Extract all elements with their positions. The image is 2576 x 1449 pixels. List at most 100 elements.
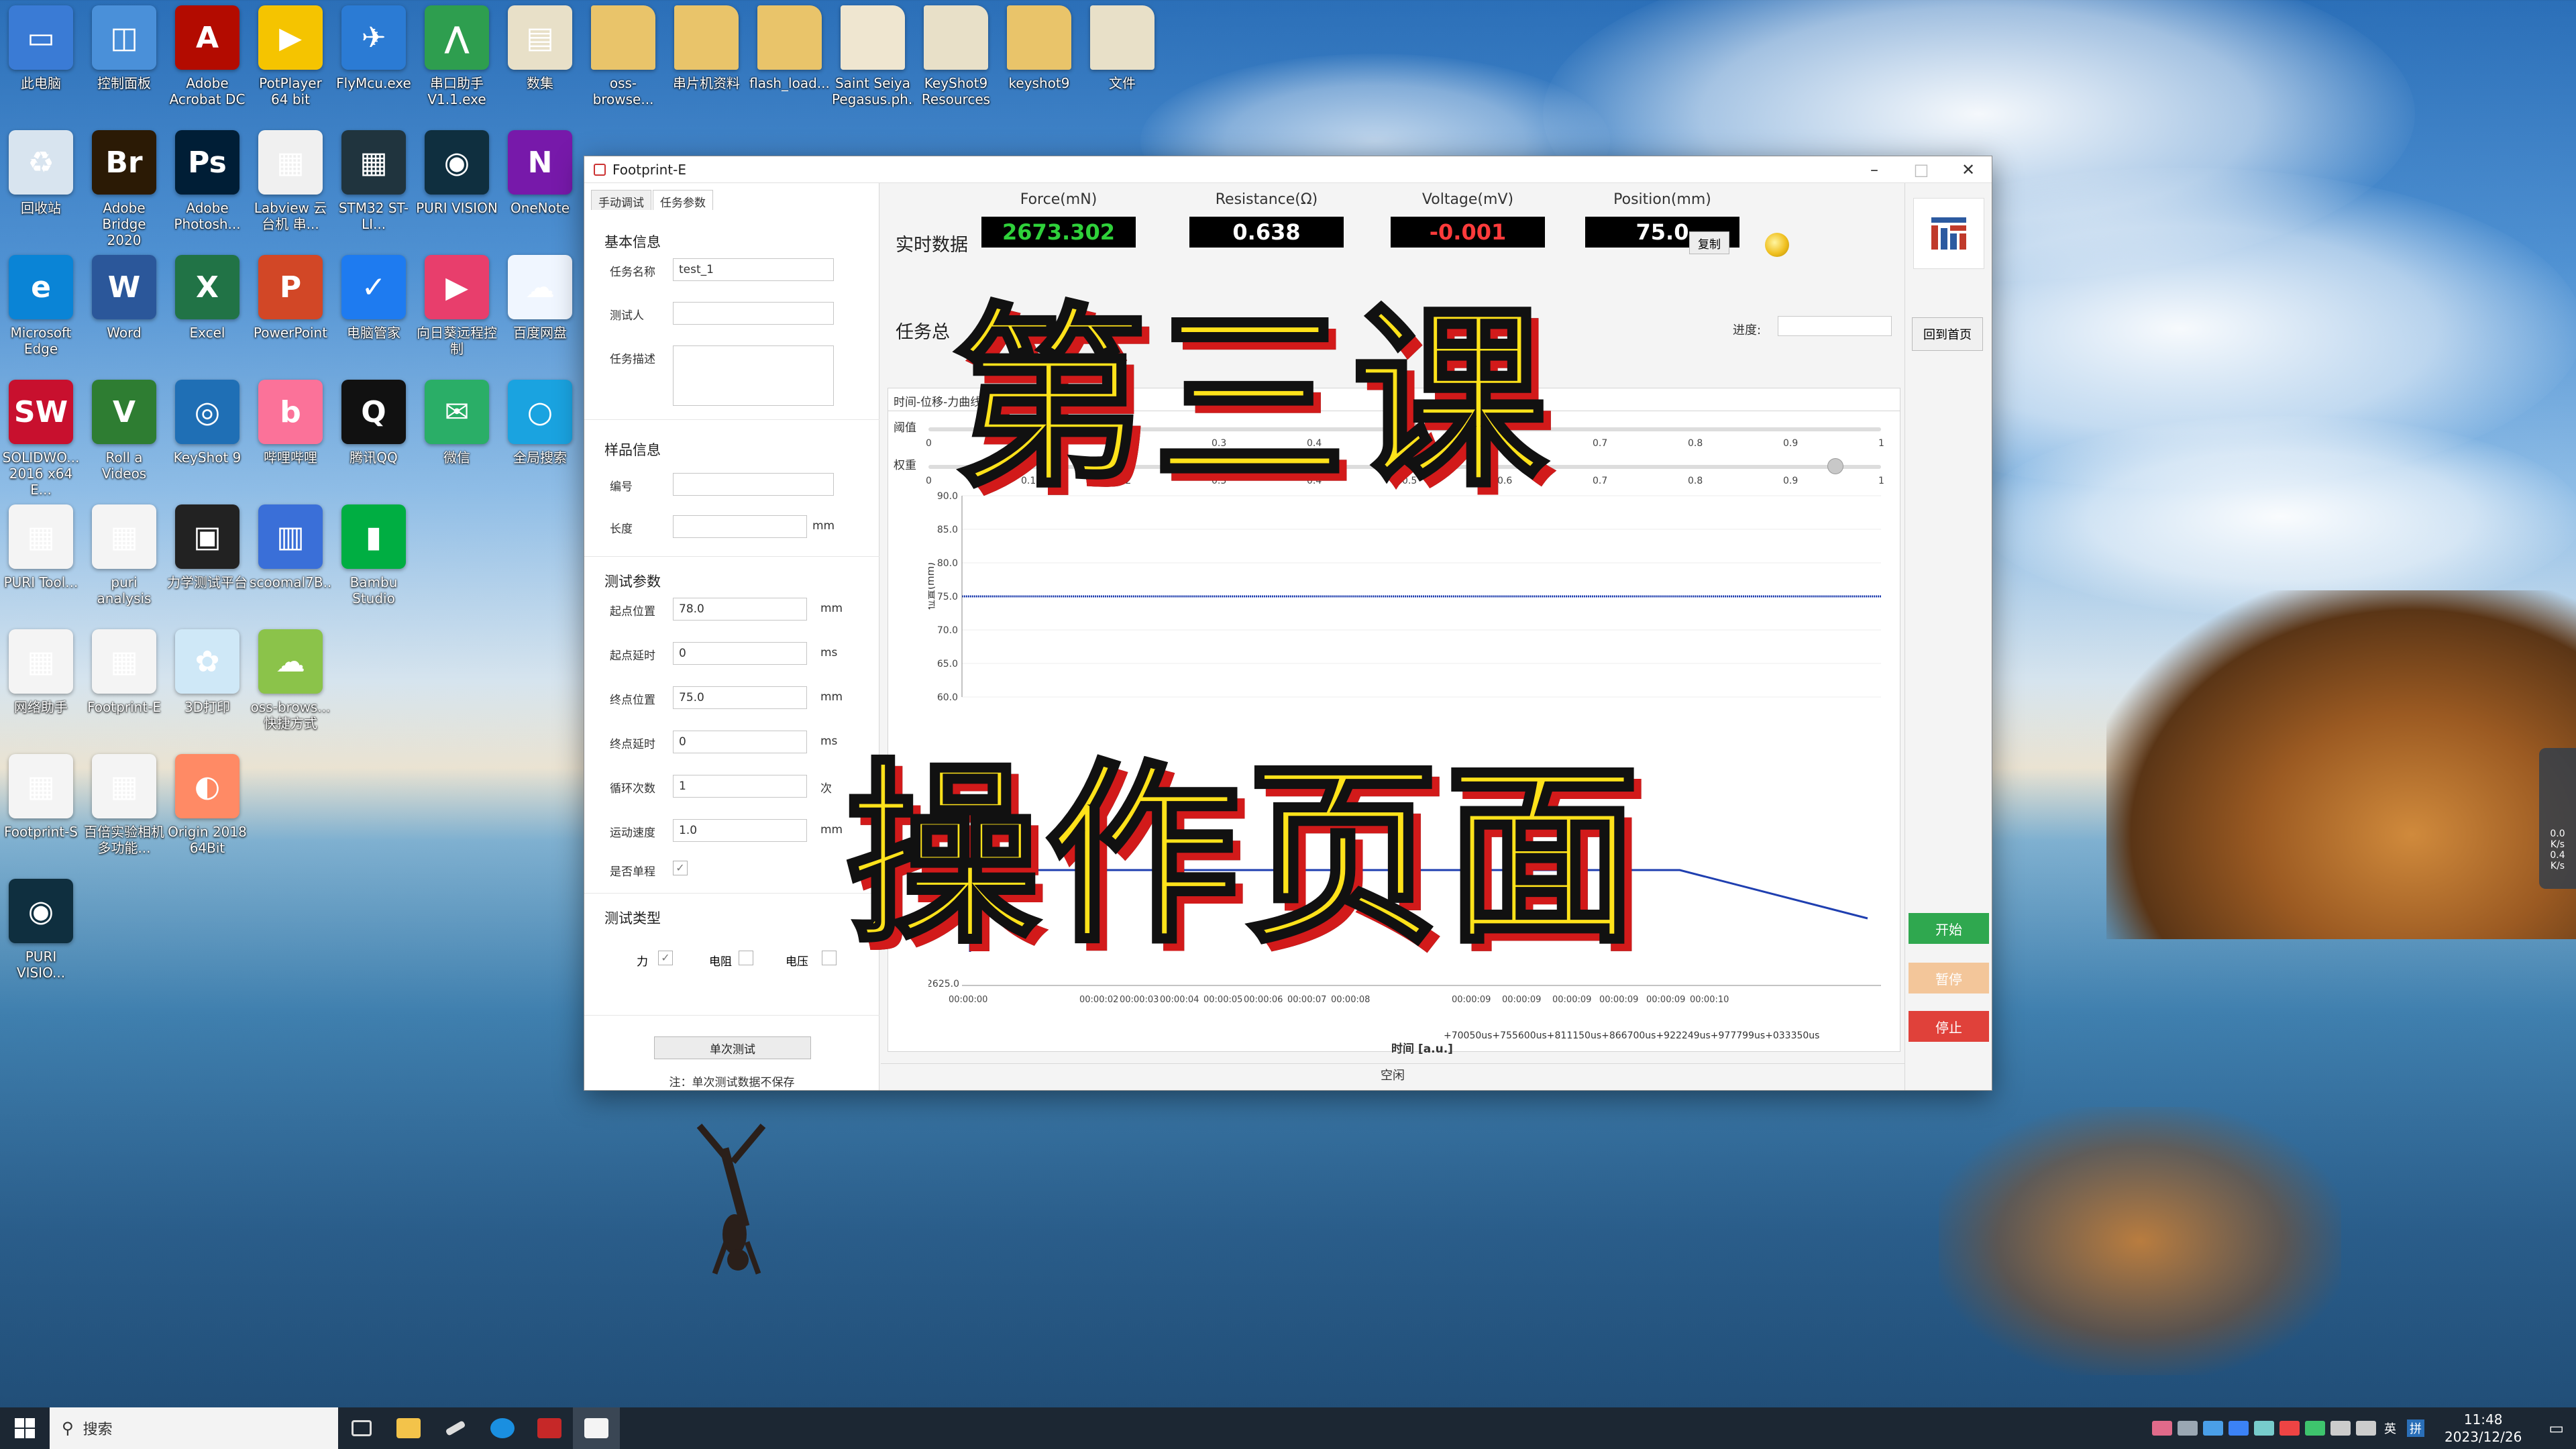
volume-icon[interactable] <box>2356 1421 2377 1436</box>
taskbar-search[interactable]: ⚲ 搜索 <box>50 1407 338 1449</box>
tray-app-icon[interactable] <box>2254 1421 2275 1436</box>
desktop-icon[interactable]: ✉ 微信 <box>416 380 498 502</box>
pen-app-icon[interactable] <box>432 1407 479 1449</box>
desktop-icon[interactable]: KeyShot9 Resources <box>915 5 997 127</box>
tray-app-icon[interactable] <box>2229 1421 2249 1436</box>
footprint-app-taskbar-icon[interactable] <box>573 1407 620 1449</box>
param-input[interactable]: 0 <box>673 731 807 753</box>
network-icon[interactable] <box>2330 1421 2351 1436</box>
desktop-icon[interactable]: ✿ 3D打印 <box>166 629 248 751</box>
desktop-icon[interactable]: ▦ PURI Tool... <box>0 504 82 627</box>
task-name-input[interactable]: test_1 <box>673 258 834 281</box>
task-desc-input[interactable] <box>673 345 834 406</box>
maximize-button[interactable]: □ <box>1898 156 1945 183</box>
desktop-icon[interactable]: SW SOLIDWO... 2016 x64 E... <box>0 380 82 502</box>
close-button[interactable]: ✕ <box>1945 156 1992 183</box>
desktop-icon[interactable]: Saint Seiya Pegasus.ph... <box>832 5 914 127</box>
position-plot[interactable]: 90.085.080.075.070.065.060.0位置(mm) <box>928 489 1881 717</box>
file-explorer-icon[interactable] <box>385 1407 432 1449</box>
param-input[interactable]: 1.0 <box>673 819 807 842</box>
desktop-icon[interactable]: ○ 全局搜索 <box>499 380 581 502</box>
desktop-icon[interactable]: ◫ 控制面板 <box>83 5 165 127</box>
bluetooth-icon[interactable] <box>2203 1421 2224 1436</box>
single-test-button[interactable]: 单次测试 <box>654 1036 811 1059</box>
tester-input[interactable] <box>673 302 834 325</box>
desktop-icon[interactable]: W Word <box>83 255 165 377</box>
desktop-icon[interactable]: A Adobe Acrobat DC <box>166 5 248 127</box>
desktop-icon[interactable]: ▮ Bambu Studio <box>333 504 415 627</box>
desktop-icon[interactable]: ▭ 此电脑 <box>0 5 82 127</box>
desktop-icon[interactable]: N OneNote <box>499 130 581 252</box>
desktop-icon[interactable]: ▦ STM32 ST-LI... <box>333 130 415 252</box>
desktop-icon[interactable]: ▦ puri analysis <box>83 504 165 627</box>
minimize-button[interactable]: – <box>1851 156 1898 183</box>
param-input[interactable]: 1 <box>673 775 807 798</box>
voltage-type-checkbox[interactable] <box>822 951 837 965</box>
param-input[interactable]: 78.0 <box>673 598 807 621</box>
pause-button[interactable]: 暂停 <box>1909 963 1989 994</box>
desktop-icon[interactable]: ▤ 数集 <box>499 5 581 127</box>
desktop-icon[interactable]: ✈ FlyMcu.exe <box>333 5 415 127</box>
tray-app-icon[interactable] <box>2279 1421 2300 1436</box>
sample-id-input[interactable] <box>673 473 834 496</box>
desktop-icon[interactable]: ▥ scoomal7B... <box>250 504 331 627</box>
ime-language-indicator[interactable]: 英 <box>2384 1419 2396 1437</box>
desktop-icon[interactable]: ▣ 力学测试平台 <box>166 504 248 627</box>
desktop-icon-label: Roll a Videos <box>101 449 147 482</box>
desktop-icon[interactable]: ▦ 百倍实验相机多功能... <box>83 754 165 876</box>
desktop-icon[interactable]: Q 腾讯QQ <box>333 380 415 502</box>
ime-mode-indicator[interactable]: 拼 <box>2407 1419 2425 1437</box>
desktop-icon[interactable]: P PowerPoint <box>250 255 331 377</box>
resistance-type-checkbox[interactable] <box>739 951 753 965</box>
tray-app-icon[interactable] <box>2178 1421 2198 1436</box>
length-input[interactable] <box>673 515 807 538</box>
desktop-icon[interactable]: ◐ Origin 2018 64Bit <box>166 754 248 876</box>
desktop-icon[interactable]: ▦ Footprint-S <box>0 754 82 876</box>
notification-icon[interactable]: ▭ <box>2536 1419 2576 1438</box>
desktop-icon[interactable]: ◉ PURI VISIO... <box>0 879 82 1001</box>
start-button[interactable]: 开始 <box>1909 913 1989 944</box>
pdf-app-icon[interactable] <box>526 1407 573 1449</box>
desktop-icon[interactable]: ▶ 向日葵远程控制 <box>416 255 498 377</box>
desktop-icon[interactable]: X Excel <box>166 255 248 377</box>
weight-slider-knob[interactable] <box>1827 458 1843 474</box>
desktop-icon[interactable]: ◎ KeyShot 9 <box>166 380 248 502</box>
param-input[interactable]: 0 <box>673 642 807 665</box>
desktop-icon[interactable]: keyshot9 <box>998 5 1080 127</box>
desktop-icon[interactable]: ◉ PURI VISION <box>416 130 498 252</box>
tab-manual-debug[interactable]: 手动调试 <box>591 190 651 210</box>
desktop-icon[interactable]: ✓ 电脑管家 <box>333 255 415 377</box>
desktop-icon[interactable]: e Microsoft Edge <box>0 255 82 377</box>
desktop-icon[interactable]: ☁ oss-brows... 快捷方式 <box>250 629 331 751</box>
app-icon: ▥ <box>258 504 323 569</box>
desktop-icon[interactable]: 串片机资料 <box>665 5 747 127</box>
desktop-icon[interactable]: ▦ Footprint-E <box>83 629 165 751</box>
clock[interactable]: 11:48 2023/12/26 <box>2430 1411 2536 1446</box>
tray-app-icon[interactable] <box>2152 1421 2173 1436</box>
desktop-icon[interactable]: flash_load... <box>749 5 830 127</box>
desktop-icon[interactable]: ☁ 百度网盘 <box>499 255 581 377</box>
desktop-icon[interactable]: ▦ Labview 云台机 串... <box>250 130 331 252</box>
desktop-icon[interactable]: b 哔哩哔哩 <box>250 380 331 502</box>
desktop-icon[interactable]: ▦ 网络助手 <box>0 629 82 751</box>
desktop-icon[interactable]: oss-browse... <box>582 5 664 127</box>
edge-browser-icon[interactable] <box>479 1407 526 1449</box>
task-view-icon[interactable] <box>338 1407 385 1449</box>
param-input[interactable]: 75.0 <box>673 686 807 709</box>
wechat-tray-icon[interactable] <box>2305 1421 2326 1436</box>
desktop-icon[interactable]: ♻ 回收站 <box>0 130 82 252</box>
home-button[interactable]: 回到首页 <box>1912 317 1983 351</box>
desktop-icon[interactable]: Br Adobe Bridge 2020 <box>83 130 165 252</box>
force-type-checkbox[interactable]: ✓ <box>658 951 673 965</box>
copy-button[interactable]: 复制 <box>1689 231 1729 254</box>
tab-task-params[interactable]: 任务参数 <box>653 190 713 210</box>
title-bar[interactable]: Footprint-E – □ ✕ <box>584 156 1992 183</box>
stop-button[interactable]: 停止 <box>1909 1011 1989 1042</box>
desktop-icon[interactable]: ⋀ 串口助手 V1.1.exe <box>416 5 498 127</box>
desktop-icon[interactable]: 文件 <box>1081 5 1163 127</box>
desktop-icon[interactable]: ▶ PotPlayer 64 bit <box>250 5 331 127</box>
desktop-icon[interactable]: Ps Adobe Photosh... <box>166 130 248 252</box>
start-menu-button[interactable] <box>0 1407 50 1449</box>
oneway-checkbox[interactable]: ✓ <box>673 861 688 875</box>
desktop-icon[interactable]: V Roll a Videos <box>83 380 165 502</box>
